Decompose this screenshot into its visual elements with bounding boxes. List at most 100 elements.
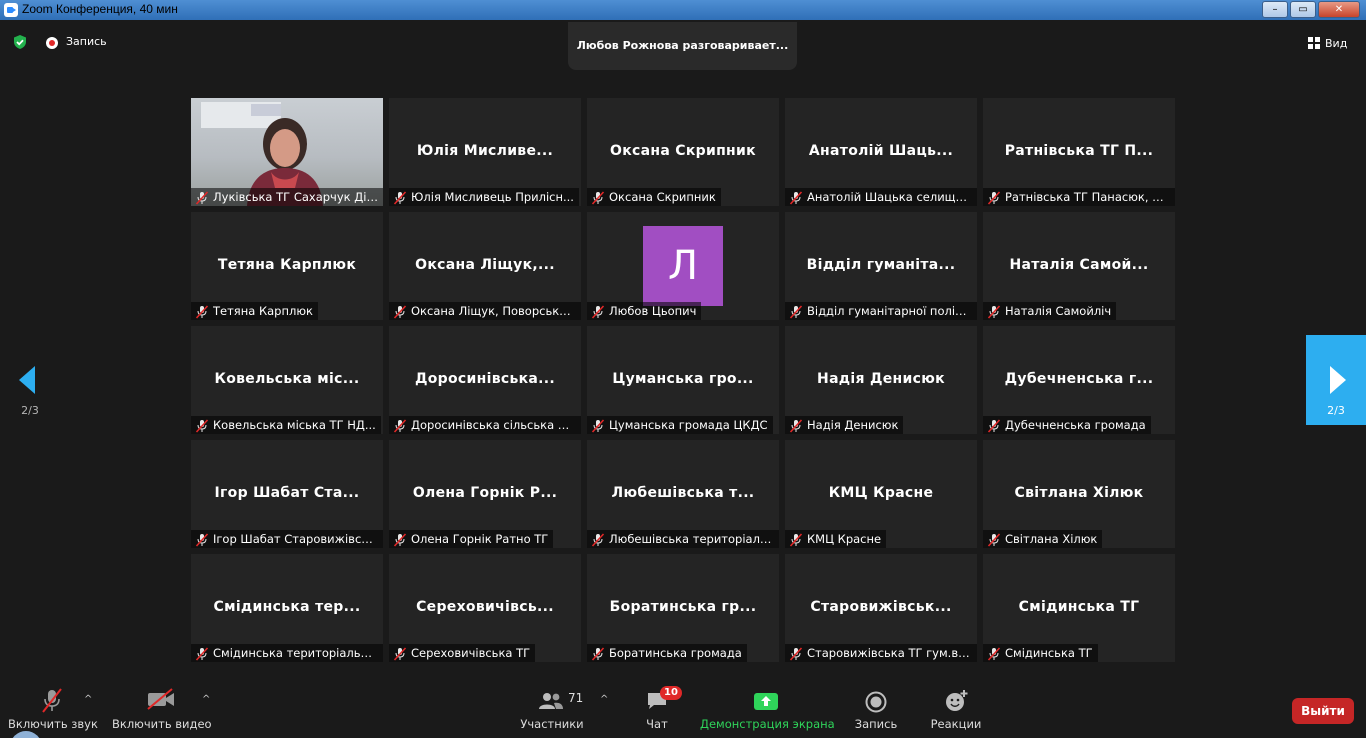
recording-icon [46,37,58,49]
meeting-toolbar: Включить звук ^ Включить видео ^ Участни… [0,680,1366,738]
participant-name: Смідинська територіальна... [213,646,378,660]
participant-tile[interactable]: Старовижівськ... Старовижівська ТГ гум.ві… [785,554,977,662]
chat-label: Чат [646,717,668,731]
record-label: Запись [854,717,898,731]
view-button-label: Вид [1325,36,1348,50]
participant-tile[interactable]: Надія Денисюк Надія Денисюк [785,326,977,434]
previous-page-number: 2/3 [21,404,39,417]
participant-tile[interactable]: Анатолій Шаць... Анатолій Шацька селищн..… [785,98,977,206]
participant-name: Оксана Скрипник [609,190,716,204]
participant-name-display: Доросинівська... [414,371,556,387]
participant-name-display: Оксана Ліщук,... [415,257,555,273]
participant-label: Луківська ТГ Сахарчук Діна [191,188,383,206]
unmute-button[interactable]: Включить звук [8,680,98,738]
participant-tile[interactable]: Відділ гуманіта... Відділ гуманітарної по… [785,212,977,320]
participant-gallery: Луківська ТГ Сахарчук Діна Юлія Мисливе..… [191,98,1175,662]
participant-tile[interactable]: Юлія Мисливе... Юлія Мисливець Прилісн... [389,98,581,206]
participant-label: Олена Горнік Ратно ТГ [389,530,554,548]
next-page-number: 2/3 [1327,404,1345,417]
mic-muted-icon [393,532,407,547]
mic-muted-icon [987,532,1001,547]
recording-indicator-label[interactable]: Запись [66,35,107,48]
video-options-caret[interactable]: ^ [202,694,210,705]
mic-muted-icon [987,418,1001,433]
participant-tile[interactable]: Луківська ТГ Сахарчук Діна [191,98,383,206]
mic-muted-icon [987,304,1001,319]
participant-tile[interactable]: Оксана Скрипник Оксана Скрипник [587,98,779,206]
participants-button[interactable]: Участники [520,680,584,738]
leave-meeting-button[interactable]: Выйти [1292,698,1354,724]
participant-tile[interactable]: Світлана Хілюк Світлана Хілюк [983,440,1175,548]
mic-muted-icon [591,532,605,547]
zoom-window: { "window": { "title": "Zoom Конференция… [0,0,1366,738]
participant-name: Луківська ТГ Сахарчук Діна [213,190,378,204]
participant-name: Юлія Мисливець Прилісн... [411,190,574,204]
mic-muted-icon [195,418,209,433]
window-title: Zoom Конференция, 40 мин [22,2,178,16]
mic-muted-icon [789,190,803,205]
participant-tile[interactable]: Цуманська гро... Цуманська громада ЦКДС [587,326,779,434]
participant-tile[interactable]: Ігор Шабат Ста... Ігор Шабат Старовижівсь… [191,440,383,548]
participants-options-caret[interactable]: ^ [600,694,608,705]
participant-name: Любов Цьопич [609,304,697,318]
active-speaker-banner: Любов Рожнова разговаривает... [568,22,797,70]
participant-label: Дубечненська громада [983,416,1151,434]
mic-muted-icon [987,646,1001,661]
participant-label: Світлана Хілюк [983,530,1103,548]
mic-muted-icon [789,418,803,433]
start-video-button[interactable]: Включить видео [112,680,212,738]
next-page-button[interactable]: 2/3 [1306,335,1366,425]
participant-name: КМЦ Красне [807,532,882,546]
participant-name-display: Анатолій Шаць... [808,143,954,159]
participant-name: Цуманська громада ЦКДС [609,418,768,432]
participant-tile[interactable]: Смідинська тер... Смідинська територіальн… [191,554,383,662]
participant-tile[interactable]: Ратнівська ТГ П... Ратнівська ТГ Панасюк,… [983,98,1175,206]
participant-name: Відділ гуманітарної політи... [807,304,972,318]
participant-tile[interactable]: Оксана Ліщук,... Оксана Ліщук, Поворська.… [389,212,581,320]
reactions-button[interactable]: Реакции [926,680,986,738]
participant-tile[interactable]: Сереховичівсь... Сереховичівська ТГ [389,554,581,662]
participant-tile[interactable]: Смідинська ТГ Смідинська ТГ [983,554,1175,662]
video-off-icon [147,688,174,710]
mic-muted-icon [591,190,605,205]
participant-tile[interactable]: Любешівська т... Любешівська територіаль.… [587,440,779,548]
share-screen-label: Демонстрация экрана [700,717,835,731]
participant-tile[interactable]: Боратинська гр... Боратинська громада [587,554,779,662]
audio-options-caret[interactable]: ^ [84,694,92,705]
participant-tile[interactable]: Наталія Самой... Наталія Самойліч [983,212,1175,320]
participant-label: Старовижівська ТГ гум.від... [785,644,977,662]
participant-tile[interactable]: Доросинівська... Доросинівська сільська р… [389,326,581,434]
participant-tile[interactable]: Ковельська міс... Ковельська міська ТГ НД… [191,326,383,434]
participant-tile[interactable]: Дубечненська г... Дубечненська громада [983,326,1175,434]
participant-label: Оксана Скрипник [587,188,721,206]
encryption-shield-icon[interactable] [12,34,28,50]
start-video-label: Включить видео [112,717,212,731]
participant-tile[interactable]: Тетяна Карплюк Тетяна Карплюк [191,212,383,320]
participant-label: Відділ гуманітарної політи... [785,302,977,320]
record-button[interactable]: Запись [850,680,902,738]
participant-tile[interactable]: Олена Горнік Р... Олена Горнік Ратно ТГ [389,440,581,548]
participant-name: Старовижівська ТГ гум.від... [807,646,972,660]
previous-page-button[interactable]: 2/3 [0,335,60,425]
participant-name: Сереховичівська ТГ [411,646,531,660]
participant-name-display: Ратнівська ТГ П... [1004,143,1154,159]
view-button[interactable]: Вид [1308,34,1347,52]
participant-tile[interactable]: КМЦ Красне КМЦ Красне [785,440,977,548]
share-screen-icon [754,693,778,710]
share-screen-button[interactable]: Демонстрация экрана [700,680,835,738]
participant-tile[interactable]: Л Любов Цьопич [587,212,779,320]
participant-name-display: Боратинська гр... [609,599,757,615]
arrow-right-icon [1330,366,1346,394]
mic-muted-icon [789,532,803,547]
participant-name: Оксана Ліщук, Поворська... [411,304,576,318]
participant-name-display: Олена Горнік Р... [412,485,558,501]
participant-name-display: Тетяна Карплюк [217,257,357,273]
participant-name: Ратнівська ТГ Панасюк, Ск... [1005,190,1170,204]
minimize-button[interactable]: – [1262,1,1288,18]
mic-muted-icon [393,190,407,205]
maximize-button[interactable]: ▭ [1290,1,1316,18]
close-window-button[interactable]: ✕ [1318,1,1360,18]
window-titlebar: Zoom Конференция, 40 мин – ▭ ✕ [0,0,1366,20]
participants-icon [539,693,563,709]
participant-name: Дубечненська громада [1005,418,1146,432]
